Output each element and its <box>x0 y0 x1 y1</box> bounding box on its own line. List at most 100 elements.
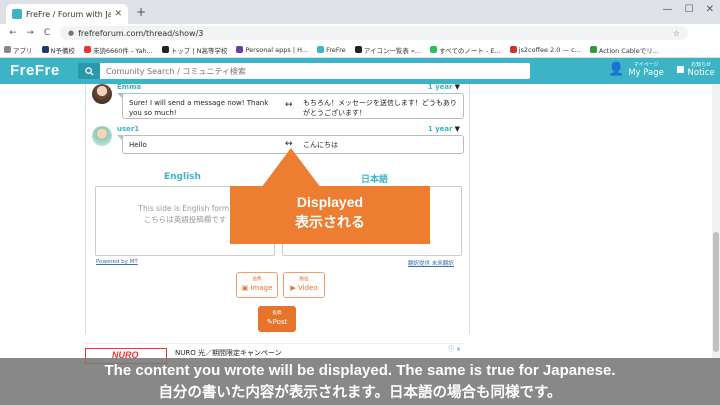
bookmark-label: すべてのノート - E... <box>439 46 501 55</box>
forward-icon[interactable]: → <box>23 28 37 38</box>
ad-title[interactable]: NURO 光／期間限定キャンペーン <box>175 348 282 358</box>
notice-link[interactable]: ■ お知らせ Notice <box>676 61 715 78</box>
bookmark-item[interactable]: Action Cableでリ... <box>589 45 659 55</box>
video-upload-button[interactable]: 動画 ▶ Video <box>283 272 325 298</box>
lock-icon: ● <box>68 29 75 37</box>
bookmark-item[interactable]: N予備校 <box>41 45 75 55</box>
bookmark-favicon-icon <box>430 46 438 53</box>
minimize-icon[interactable]: — <box>663 4 673 15</box>
tutorial-caption: The content you wrote will be displayed.… <box>0 358 720 405</box>
close-window-icon[interactable]: ✕ <box>706 4 714 15</box>
bookmarks-bar: アプリ N予備校 未読6660件 - Yah... トップ | N高等学校 Person… <box>0 42 720 58</box>
new-tab-button[interactable]: + <box>136 5 146 19</box>
bookmark-favicon-icon <box>41 46 49 53</box>
bookmark-star-icon[interactable]: ☆ <box>673 29 680 38</box>
bookmark-favicon-icon <box>4 46 11 53</box>
browser-tab-strip: FreFre / Forum with Japanese ✕ + — ☐ ✕ <box>0 0 720 24</box>
bookmark-favicon-icon <box>509 46 517 53</box>
english-form-heading: English <box>164 172 201 182</box>
bookmark-item[interactable]: トップ | N高等学校 <box>161 45 228 55</box>
avatar[interactable] <box>92 84 112 104</box>
scrollbar-thumb[interactable] <box>713 232 719 352</box>
comment-username[interactable]: user1 <box>117 125 139 133</box>
video-button-label: Video <box>297 284 318 292</box>
ad-info-close-icon[interactable]: ⓘ ✕ <box>448 344 461 353</box>
comment-timestamp[interactable]: 1 year ▼ <box>428 125 460 133</box>
maximize-icon[interactable]: ☐ <box>685 4 694 15</box>
search-icon[interactable] <box>78 63 100 79</box>
bookmark-label: 未読6660件 - Yah... <box>92 46 153 55</box>
address-row: ← → C ● frefreforum.com/thread/show/3 ☆ <box>0 24 720 42</box>
community-search-input[interactable] <box>100 63 530 79</box>
post-button-label: Post <box>272 318 288 326</box>
bidirectional-arrow-icon: ↔ <box>285 100 293 110</box>
caption-line-japanese: 自分の書いた内容が表示されます。日本語の場合も同様です。 <box>158 385 562 401</box>
comment-text-english: Sure! I will send a message now! Thank y… <box>129 99 269 117</box>
callout-line-english: Displayed <box>296 194 364 210</box>
image-button-jp-label: 画像 <box>252 277 262 282</box>
chevron-down-icon: ▼ <box>454 83 460 91</box>
back-icon[interactable]: ← <box>6 28 20 38</box>
comment-time-text: 1 year <box>427 125 453 133</box>
bell-icon: ■ <box>676 64 685 75</box>
reload-icon[interactable]: C <box>40 28 54 38</box>
window-controls: — ☐ ✕ <box>663 4 714 15</box>
tab-close-icon[interactable]: ✕ <box>114 9 122 19</box>
image-upload-button[interactable]: 画像 ▣ Image <box>236 272 278 298</box>
bookmark-label: N予備校 <box>50 46 75 55</box>
bookmark-label: FreFre <box>326 45 346 54</box>
comment-text-japanese: こんにちは <box>303 141 338 149</box>
callout-line-japanese: 表示される <box>295 215 365 231</box>
comment-bubble: Sure! I will send a message now! Thank y… <box>117 93 464 119</box>
bookmark-label: Action Cableでリ... <box>598 46 659 55</box>
my-page-small-label: マイページ <box>633 62 659 68</box>
caption-line-english: The content you wrote will be displayed.… <box>104 362 616 379</box>
my-page-link[interactable]: 👤 マイページ My Page <box>608 61 664 78</box>
browser-tab[interactable]: FreFre / Forum with Japanese ✕ <box>6 4 128 24</box>
post-button[interactable]: 投稿 ✎Post <box>258 306 296 332</box>
bookmark-label: アイコン一覧表 «... <box>363 46 422 55</box>
site-logo[interactable]: FreFre <box>10 62 60 79</box>
comment-timestamp[interactable]: 1 year ▼ <box>428 83 460 91</box>
translation-provider-link[interactable]: 翻訳提供 未来翻訳 <box>408 259 454 267</box>
bookmark-item[interactable]: すべてのノート - E... <box>430 45 501 55</box>
bookmark-item[interactable]: FreFre <box>317 46 346 54</box>
notice-label: Notice <box>687 68 715 78</box>
my-page-label: My Page <box>628 68 664 78</box>
bookmark-favicon-icon <box>236 46 244 53</box>
comment-time-text: 1 year <box>427 83 453 91</box>
powered-by-mt-link[interactable]: Powered by MT <box>96 259 138 265</box>
comment-text-english: Hello <box>129 141 147 149</box>
tab-title: FreFre / Forum with Japanese <box>26 9 112 19</box>
bookmark-favicon-icon <box>589 46 597 53</box>
video-button-jp-label: 動画 <box>299 277 309 282</box>
comment-item: Emma 1 year ▼ Sure! I will send a message… <box>92 83 464 124</box>
callout-pointer <box>261 148 321 188</box>
bookmark-favicon-icon <box>354 46 362 53</box>
bookmark-item[interactable]: アプリ <box>4 45 33 55</box>
bookmark-favicon-icon <box>83 46 91 53</box>
frefre-favicon-icon <box>12 9 22 19</box>
image-button-label: Image <box>250 284 273 292</box>
post-button-jp-label: 投稿 <box>272 311 282 316</box>
bookmark-item[interactable]: アイコン一覧表 «... <box>354 45 422 55</box>
bookmark-label: アプリ <box>13 46 33 55</box>
comment-username[interactable]: Emma <box>117 83 141 91</box>
bookmark-label: Personal apps | H... <box>245 45 309 54</box>
displayed-callout: Displayed 表示される <box>230 186 430 244</box>
japanese-form-heading: 日本語 <box>361 175 389 185</box>
chevron-down-icon: ▼ <box>454 125 460 133</box>
notice-small-label: お知らせ <box>691 62 712 68</box>
bookmark-favicon-icon <box>317 46 325 53</box>
bookmark-label: js2coffee 2.0 — c... <box>518 45 581 54</box>
bookmark-item[interactable]: Personal apps | H... <box>236 46 308 54</box>
video-icon: ▶ <box>290 284 298 292</box>
bookmark-label: トップ | N高等学校 <box>170 46 228 55</box>
bookmark-favicon-icon <box>161 46 169 53</box>
bookmark-item[interactable]: 未読6660件 - Yah... <box>83 45 153 55</box>
user-icon: 👤 <box>608 62 625 77</box>
bookmark-item[interactable]: js2coffee 2.0 — c... <box>509 45 581 54</box>
site-header: FreFre 👤 マイページ My Page ■ お知らせ Notice <box>0 58 720 84</box>
address-bar[interactable]: ● frefreforum.com/thread/show/3 ☆ <box>60 26 688 40</box>
avatar[interactable] <box>92 126 112 146</box>
